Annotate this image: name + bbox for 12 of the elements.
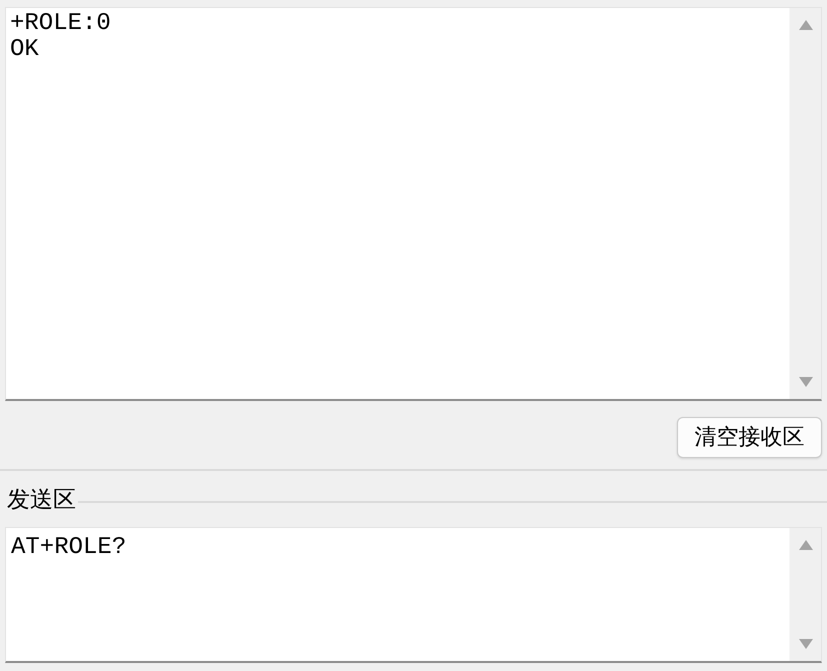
send-text-area[interactable]: AT+ROLE?: [5, 527, 822, 663]
scroll-up-arrow-icon[interactable]: [798, 20, 812, 30]
section-title: 发送区: [7, 486, 76, 514]
received-text: +ROLE:0 OK: [10, 11, 111, 63]
scroll-down-arrow-icon[interactable]: [798, 377, 812, 387]
scrollbar[interactable]: [789, 528, 821, 661]
scrollbar[interactable]: [789, 8, 821, 399]
scroll-down-arrow-icon[interactable]: [798, 639, 812, 649]
clear-receive-button[interactable]: 清空接收区: [677, 417, 822, 458]
receive-text-area[interactable]: +ROLE:0 OK: [5, 7, 822, 401]
scroll-up-arrow-icon[interactable]: [798, 540, 812, 550]
send-text: AT+ROLE?: [11, 535, 126, 561]
